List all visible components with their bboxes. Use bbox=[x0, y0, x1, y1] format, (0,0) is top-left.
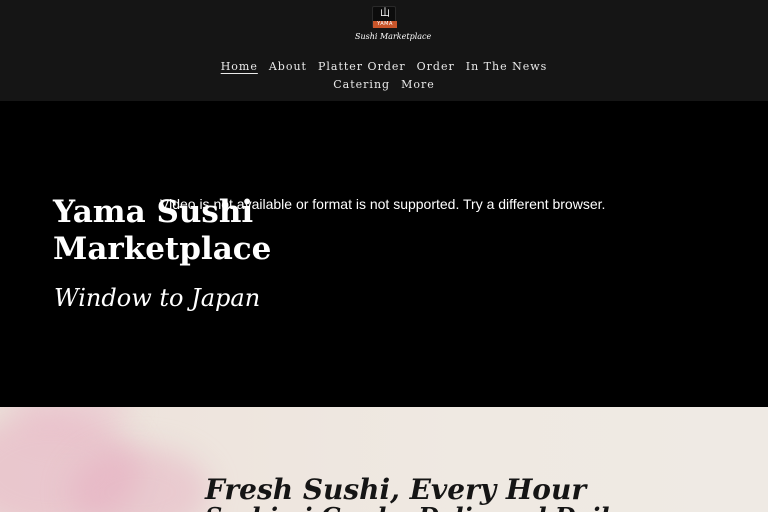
nav-link-more[interactable]: More bbox=[401, 76, 435, 94]
main-navigation: Home About Platter Order Order In The Ne… bbox=[0, 58, 768, 94]
logo-script-text: Sushi Marketplace bbox=[355, 32, 432, 41]
nav-link-home[interactable]: Home bbox=[221, 58, 258, 76]
nav-link-order[interactable]: Order bbox=[417, 58, 455, 76]
nav-row-primary: Home About Platter Order Order In The Ne… bbox=[0, 58, 768, 76]
nav-link-platter-order[interactable]: Platter Order bbox=[318, 58, 406, 76]
site-logo[interactable]: 山 YAMA Sushi Marketplace bbox=[355, 6, 432, 46]
site-header: 山 YAMA Sushi Marketplace Home About Plat… bbox=[0, 0, 768, 101]
logo-band: YAMA bbox=[373, 21, 397, 28]
logo-band-text: YAMA bbox=[377, 21, 393, 27]
logo-glyph: 山 bbox=[380, 8, 390, 19]
hero-subtitle: Window to Japan bbox=[54, 284, 261, 312]
nav-link-catering[interactable]: Catering bbox=[333, 76, 390, 94]
hero-title: Yama Sushi Marketplace bbox=[53, 194, 272, 267]
hero-video-section: Video is not available or format is not … bbox=[0, 101, 768, 407]
fresh-sushi-section: Fresh Sushi, Every Hour Sashimi Grade, D… bbox=[0, 407, 768, 512]
nav-link-about[interactable]: About bbox=[269, 58, 307, 76]
fresh-section-subtitle: Sashimi Grade, Delivered Daily bbox=[205, 502, 623, 512]
nav-link-in-the-news[interactable]: In The News bbox=[466, 58, 548, 76]
logo-mark: 山 YAMA bbox=[372, 6, 397, 28]
nav-row-secondary: Catering More bbox=[0, 76, 768, 94]
